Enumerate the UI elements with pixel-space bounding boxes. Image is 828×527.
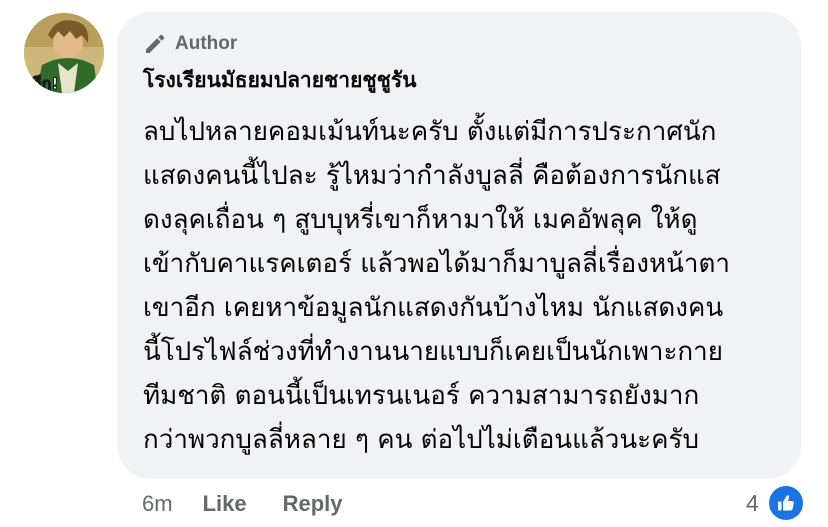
avatar[interactable]: อีก! — [24, 13, 104, 93]
reaction-summary[interactable]: 4 — [746, 484, 805, 522]
pencil-icon — [146, 34, 165, 53]
comment-line: ดงลุคเถื่อน ๆ สูบบุหรี่เขาก็หามาให้ เมคอ… — [143, 205, 698, 235]
timestamp[interactable]: 6m — [142, 491, 173, 517]
comment-bubble: Author โรงเรียนมัธยมปลายชายชูชูรัน ลบไปห… — [117, 12, 801, 479]
comment-line: ลบไปหลายคอมเม้นท์นะครับ ตั้งแต่มีการประก… — [143, 117, 717, 147]
author-badge: Author — [143, 32, 237, 56]
comment-actions: 6m Like Reply — [142, 486, 343, 522]
author-label: Author — [175, 33, 238, 54]
comment-text: ลบไปหลายคอมเม้นท์นะครับ ตั้งแต่มีการประก… — [143, 110, 793, 462]
comment-line: ทีมชาติ ตอนนี้เป็นเทรนเนอร์ ความสามารถยั… — [143, 381, 700, 411]
comment-line: แสดงคนนี้ไปละ รู้ไหมว่ากำลังบูลลี่ คือต้… — [143, 161, 721, 191]
comment-line: นี้โปรไฟล์ช่วงที่ทำงานนายแบบก็เคยเป็นนัก… — [143, 337, 723, 367]
avatar-lettering: อีก! — [32, 74, 59, 93]
commenter-name[interactable]: โรงเรียนมัธยมปลายชายชูชูรัน — [143, 64, 417, 97]
like-button[interactable]: Like — [203, 491, 247, 517]
comment-line: กว่าพวกบูลลี่หลาย ๆ คน ต่อไปไม่เตือนแล้ว… — [143, 425, 699, 455]
reply-button[interactable]: Reply — [283, 491, 343, 517]
comment-line: เขาอีก เคยหาข้อมูลนักแสดงกันบ้างไหม นักแ… — [143, 293, 724, 323]
thumbs-up-icon — [766, 484, 805, 522]
comment-line: เข้ากับคาแรคเตอร์ แล้วพอได้มาก็มาบูลลี่เ… — [143, 249, 730, 279]
reaction-count: 4 — [746, 489, 759, 516]
avatar-image: อีก! — [24, 13, 104, 93]
